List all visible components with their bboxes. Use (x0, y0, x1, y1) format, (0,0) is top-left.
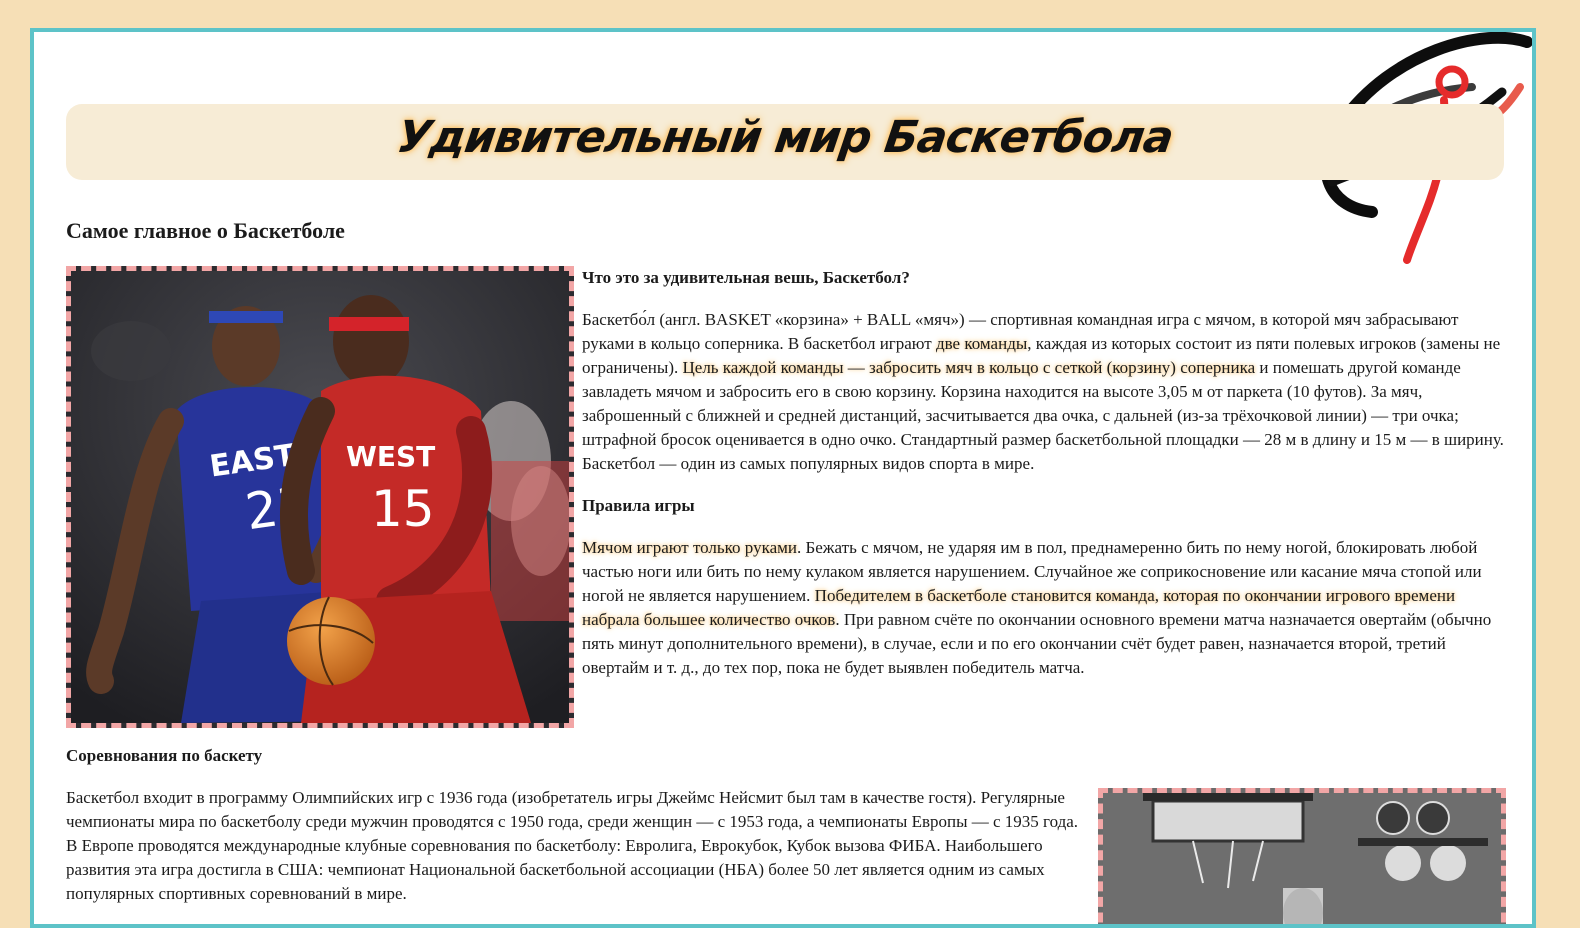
rules-heading: Правила игры (582, 496, 695, 515)
basketball-icon (287, 597, 375, 685)
intro-text-column: Что это за удивительная вешь, Баскетбол?… (582, 266, 1506, 698)
competitions-heading: Соревнования по баскету (66, 746, 263, 765)
page-container: Удивительный мир Баскетбола Самое главно… (30, 28, 1536, 928)
vintage-basketball-photo (1098, 788, 1506, 924)
rules-highlight-hands: Мячом играют только руками (582, 538, 797, 557)
rules-paragraph: Мячом играют только руками. Бежать с мяч… (582, 536, 1506, 680)
section-title: Самое главное о Баскетболе (66, 218, 345, 243)
jersey-west-text: WEST (346, 440, 435, 473)
what-is-highlight-teams: две команды (935, 334, 1028, 353)
what-is-highlight-goal: Цель каждой команды — забросить мяч в ко… (682, 358, 1256, 377)
competitions-paragraph: Баскетбол входит в программу Олимпийских… (66, 788, 1079, 903)
what-is-heading: Что это за удивительная вешь, Баскетбол? (582, 268, 910, 287)
header-banner: Удивительный мир Баскетбола (66, 104, 1504, 180)
basketball-players-photo: EAST 23 WEST 15 (66, 266, 574, 728)
what-is-paragraph: Баскетбо́л (англ. BASKET «корзина» + BAL… (582, 308, 1506, 476)
competitions-section: Соревнования по баскету Баскетбол входит… (66, 744, 1090, 924)
site-title: Удивительный мир Баскетбола (394, 112, 1176, 163)
jersey-15-number: 15 (371, 480, 435, 538)
